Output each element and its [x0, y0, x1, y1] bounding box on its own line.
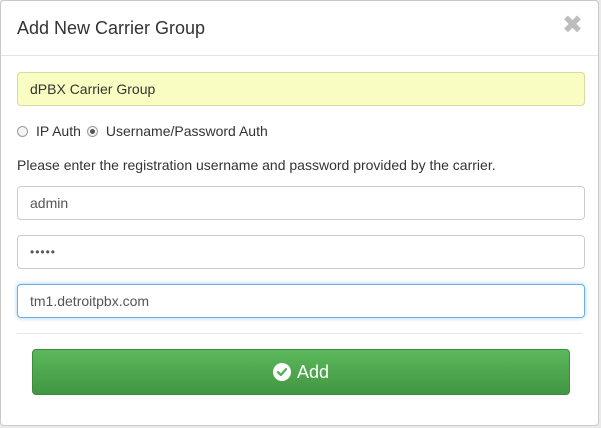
- modal-title: Add New Carrier Group: [17, 18, 206, 38]
- carrier-group-name-input[interactable]: dPBX Carrier Group: [17, 72, 585, 106]
- check-circle-icon: [272, 363, 291, 381]
- add-button[interactable]: Add: [32, 349, 570, 395]
- modal-header: Add New Carrier Group ✖: [1, 1, 598, 56]
- username-input[interactable]: admin: [17, 186, 585, 220]
- ip-auth-radio[interactable]: [17, 125, 28, 137]
- host-input-value: tm1.detroitpbx.com: [30, 293, 150, 309]
- auth-type-radio-group: IP Auth Username/Password Auth: [17, 122, 274, 140]
- close-icon[interactable]: ✖: [562, 13, 583, 38]
- footer-divider: [17, 333, 582, 334]
- username-password-auth-radio[interactable]: [86, 125, 98, 137]
- add-button-label: Add: [296, 361, 330, 382]
- password-input[interactable]: •••••: [17, 235, 585, 269]
- username-password-auth-label[interactable]: Username/Password Auth: [106, 122, 268, 140]
- add-carrier-group-modal: Add New Carrier Group ✖ dPBX Carrier Gro…: [0, 0, 599, 426]
- host-input[interactable]: tm1.detroitpbx.com: [17, 284, 585, 318]
- ip-auth-label[interactable]: IP Auth: [36, 122, 81, 140]
- auth-help-text: Please enter the registration username a…: [17, 157, 496, 173]
